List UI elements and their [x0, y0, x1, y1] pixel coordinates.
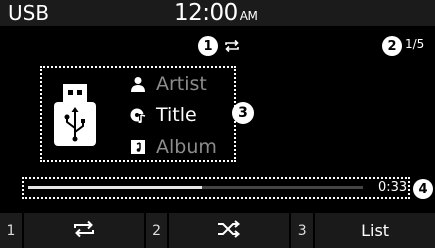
softkey-number-1: 1 — [0, 213, 22, 248]
list-button[interactable]: List — [315, 213, 435, 248]
artist-text: Artist — [156, 73, 207, 95]
artist-row: Artist — [130, 71, 207, 97]
album-text: Album — [156, 136, 217, 158]
softkey-bar: 1 2 3 List — [0, 213, 435, 248]
repeat-button[interactable] — [23, 213, 144, 248]
title-text: Title — [156, 104, 197, 126]
softkey-number-2: 2 — [145, 213, 168, 248]
callout-3: 3 — [232, 102, 254, 124]
album-row: Album — [130, 134, 217, 160]
callout-4: 4 — [413, 179, 433, 199]
shuffle-icon — [216, 219, 242, 242]
softkey-number-3: 3 — [291, 213, 314, 248]
repeat-icon — [223, 38, 241, 53]
track-counter: 1/5 — [405, 37, 425, 51]
callout-2: 2 — [382, 36, 402, 56]
title-row: Title — [130, 102, 197, 128]
clock-ampm: AM — [239, 9, 258, 23]
usb-drive-icon — [52, 82, 98, 148]
clock-time: 12:00 — [174, 0, 238, 26]
source-label: USB — [8, 1, 50, 25]
elapsed-time: 0:33 — [378, 180, 408, 195]
callout-1: 1 — [198, 36, 218, 56]
repeat-icon — [71, 220, 97, 242]
music-disc-icon — [130, 107, 146, 124]
shuffle-button[interactable] — [169, 213, 290, 248]
clock: 12:00 AM — [174, 0, 258, 26]
progress-bar[interactable] — [28, 186, 363, 189]
status-bar: USB 12:00 AM — [0, 0, 435, 26]
person-icon — [130, 76, 146, 92]
progress-fill — [28, 186, 203, 189]
list-label: List — [361, 221, 390, 240]
album-icon — [130, 139, 146, 155]
